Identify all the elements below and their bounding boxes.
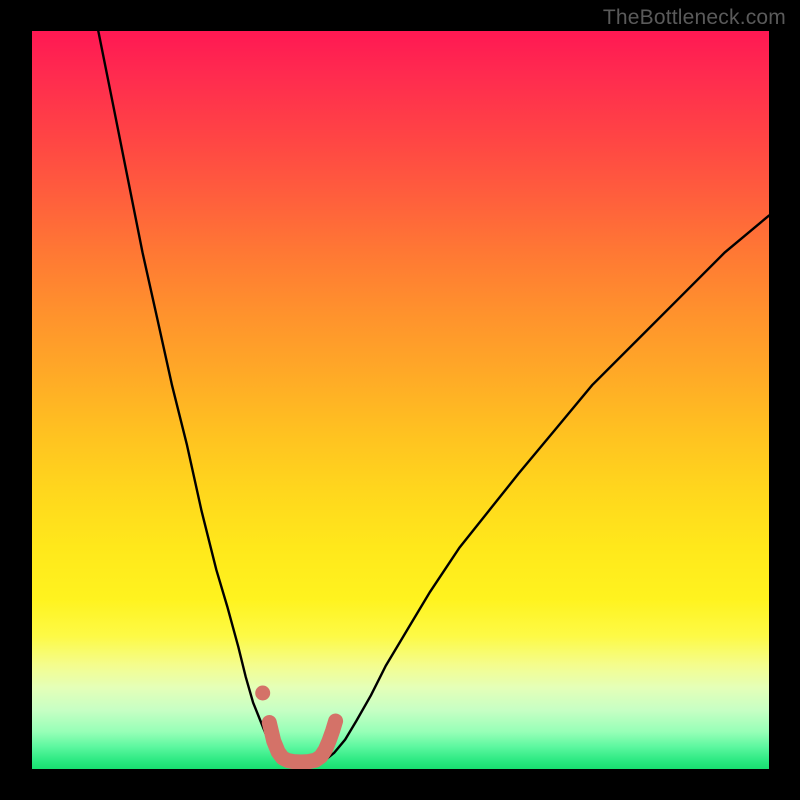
left-marker-dot [255,686,270,701]
right-curve [327,216,769,759]
left-curve [98,31,282,759]
plot-area [32,31,769,769]
valley-marker-band [269,721,335,762]
watermark-text: TheBottleneck.com [603,6,786,30]
curve-layer [32,31,769,769]
chart-frame: TheBottleneck.com [0,0,800,800]
